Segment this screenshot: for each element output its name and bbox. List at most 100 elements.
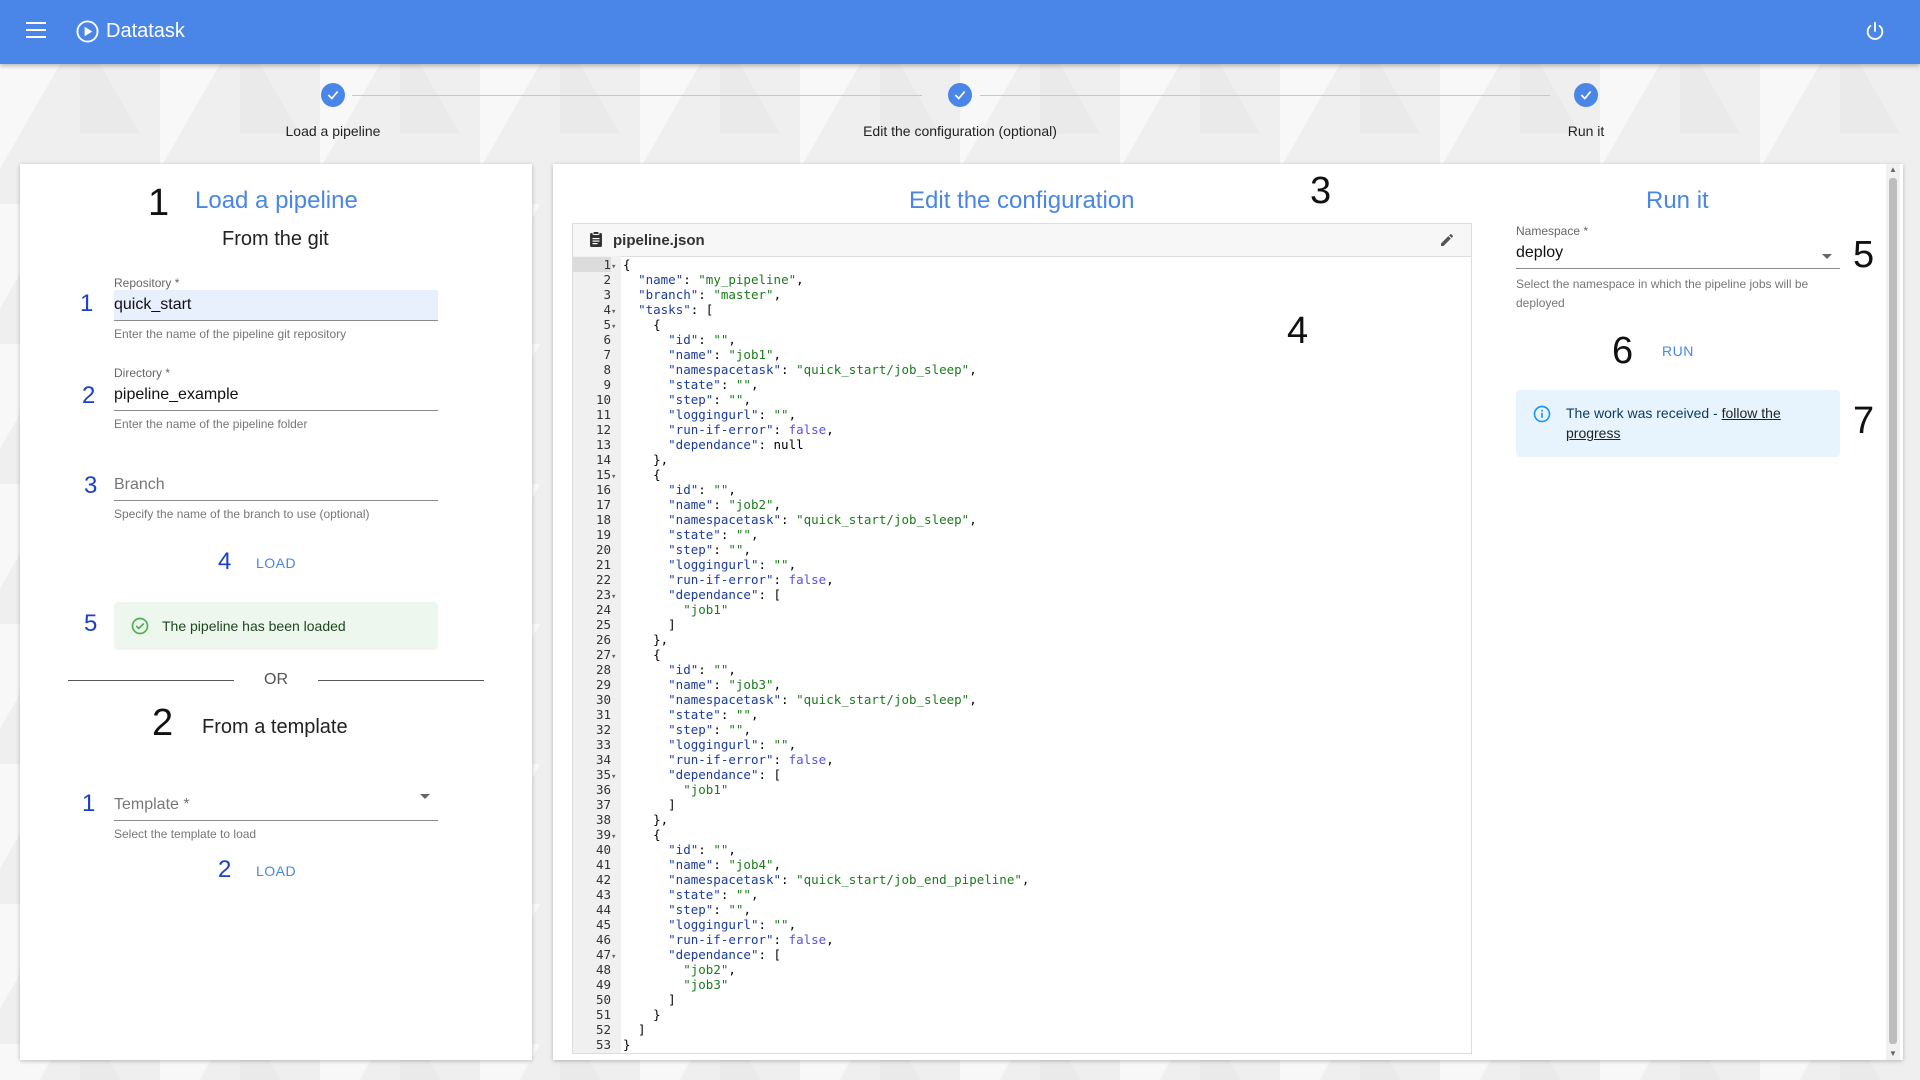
code-line[interactable]: 16 "id": "", [573, 482, 1471, 497]
menu-icon[interactable] [26, 22, 46, 38]
chevron-down-icon[interactable] [420, 794, 430, 799]
scrollbar-thumb[interactable] [1889, 178, 1897, 1044]
code-line[interactable]: 18 "namespacetask": "quick_start/job_sle… [573, 512, 1471, 527]
code-line[interactable]: 41 "name": "job4", [573, 857, 1471, 872]
code-line[interactable]: 46 "run-if-error": false, [573, 932, 1471, 947]
code-line[interactable]: 20 "step": "", [573, 542, 1471, 557]
code-line[interactable]: 31 "state": "", [573, 707, 1471, 722]
template-load-button[interactable]: LOAD [256, 863, 296, 879]
namespace-select[interactable]: deploy [1516, 238, 1840, 269]
code-line[interactable]: 52 ] [573, 1022, 1471, 1037]
json-editor[interactable]: pipeline.json 1▾{2 "name": "my_pipeline"… [572, 223, 1472, 1054]
code-line[interactable]: 7 "name": "job1", [573, 347, 1471, 362]
page-scrollbar[interactable]: ▲ ▼ [1886, 164, 1900, 1060]
code-line[interactable]: 38 }, [573, 812, 1471, 827]
code-line[interactable]: 14 }, [573, 452, 1471, 467]
code-text: "namespacetask": "quick_start/job_sleep"… [668, 362, 977, 377]
code-line[interactable]: 48 "job2", [573, 962, 1471, 977]
info-message: The work was received - [1566, 405, 1722, 421]
directory-input[interactable]: pipeline_example [114, 380, 438, 411]
field-help: Specify the name of the branch to use (o… [114, 507, 370, 521]
code-line[interactable]: 39▾ { [573, 827, 1471, 842]
run-it-title: Run it [1646, 187, 1709, 214]
code-line[interactable]: 26 }, [573, 632, 1471, 647]
pencil-icon[interactable] [1439, 232, 1455, 248]
code-text: "namespacetask": "quick_start/job_end_pi… [668, 872, 1030, 887]
line-number: 6 [603, 332, 611, 347]
code-line[interactable]: 44 "step": "", [573, 902, 1471, 917]
step-run[interactable]: Run it [1486, 83, 1686, 139]
code-line[interactable]: 11 "loggingurl": "", [573, 407, 1471, 422]
code-line[interactable]: 1▾{ [573, 257, 1471, 272]
code-text: "loggingurl": "", [668, 917, 797, 932]
code-line[interactable]: 5▾ { [573, 317, 1471, 332]
code-line[interactable]: 17 "name": "job2", [573, 497, 1471, 512]
scroll-up-icon[interactable]: ▲ [1886, 164, 1900, 176]
step-edit[interactable]: Edit the configuration (optional) [810, 83, 1110, 139]
code-line[interactable]: 22 "run-if-error": false, [573, 572, 1471, 587]
code-line[interactable]: 6 "id": "", [573, 332, 1471, 347]
power-icon[interactable] [1864, 20, 1886, 42]
code-line[interactable]: 37 ] [573, 797, 1471, 812]
code-line[interactable]: 2 "name": "my_pipeline", [573, 272, 1471, 287]
field-help: Enter the name of the pipeline folder [114, 417, 308, 431]
code-line[interactable]: 45 "loggingurl": "", [573, 917, 1471, 932]
field-help: Select the namespace in which the pipeli… [1516, 277, 1809, 310]
code-line[interactable]: 13 "dependance": null [573, 437, 1471, 452]
line-number: 49 [595, 977, 611, 992]
code-line[interactable]: 3 "branch": "master", [573, 287, 1471, 302]
editor-header: pipeline.json [573, 224, 1471, 257]
code-line[interactable]: 32 "step": "", [573, 722, 1471, 737]
code-line[interactable]: 27▾ { [573, 647, 1471, 662]
line-number: 9 [603, 377, 611, 392]
repository-input[interactable]: quick_start [114, 290, 438, 321]
load-button[interactable]: LOAD [256, 555, 296, 571]
code-line[interactable]: 33 "loggingurl": "", [573, 737, 1471, 752]
editor-code[interactable]: 1▾{2 "name": "my_pipeline", 3 "branch": "… [573, 257, 1471, 1052]
code-text: "id": "", [668, 482, 736, 497]
line-number: 32 [595, 722, 611, 737]
line-number: 10 [595, 392, 611, 407]
code-line[interactable]: 23▾ "dependance": [ [573, 587, 1471, 602]
code-line[interactable]: 50 ] [573, 992, 1471, 1007]
code-line[interactable]: 9 "state": "", [573, 377, 1471, 392]
code-line[interactable]: 8 "namespacetask": "quick_start/job_slee… [573, 362, 1471, 377]
scroll-down-icon[interactable]: ▼ [1886, 1048, 1900, 1060]
step-load[interactable]: Load a pipeline [233, 83, 433, 139]
code-line[interactable]: 29 "name": "job3", [573, 677, 1471, 692]
code-line[interactable]: 12 "run-if-error": false, [573, 422, 1471, 437]
code-line[interactable]: 30 "namespacetask": "quick_start/job_sle… [573, 692, 1471, 707]
code-text: "state": "", [668, 707, 759, 722]
code-line[interactable]: 25 ] [573, 617, 1471, 632]
run-button[interactable]: RUN [1662, 343, 1694, 359]
code-line[interactable]: 15▾ { [573, 467, 1471, 482]
code-line[interactable]: 43 "state": "", [573, 887, 1471, 902]
code-line[interactable]: 35▾ "dependance": [ [573, 767, 1471, 782]
code-line[interactable]: 4▾ "tasks": [ [573, 302, 1471, 317]
code-line[interactable]: 49 "job3" [573, 977, 1471, 992]
chevron-down-icon[interactable] [1822, 254, 1832, 259]
code-line[interactable]: 19 "state": "", [573, 527, 1471, 542]
code-line[interactable]: 36 "job1" [573, 782, 1471, 797]
code-line[interactable]: 21 "loggingurl": "", [573, 557, 1471, 572]
code-line[interactable]: 40 "id": "", [573, 842, 1471, 857]
code-line[interactable]: 28 "id": "", [573, 662, 1471, 677]
template-select[interactable]: Template * [114, 790, 438, 821]
branch-input[interactable]: Branch [114, 470, 438, 501]
code-line[interactable]: 34 "run-if-error": false, [573, 752, 1471, 767]
code-line[interactable]: 47▾ "dependance": [ [573, 947, 1471, 962]
code-line[interactable]: 10 "step": "", [573, 392, 1471, 407]
code-line[interactable]: 51 } [573, 1007, 1471, 1022]
annotation-number: 1 [148, 182, 170, 224]
code-line[interactable]: 53 } [573, 1037, 1471, 1052]
code-text: "step": "", [668, 722, 751, 737]
code-line[interactable]: 24 "job1" [573, 602, 1471, 617]
code-text: "job2", [683, 962, 736, 977]
play-logo-icon [76, 20, 99, 43]
code-text: "run-if-error": false, [668, 572, 834, 587]
line-number: 50 [595, 992, 611, 1007]
annotation-number: 2 [82, 382, 96, 409]
code-line[interactable]: 42 "namespacetask": "quick_start/job_end… [573, 872, 1471, 887]
clipboard-icon [590, 231, 602, 247]
